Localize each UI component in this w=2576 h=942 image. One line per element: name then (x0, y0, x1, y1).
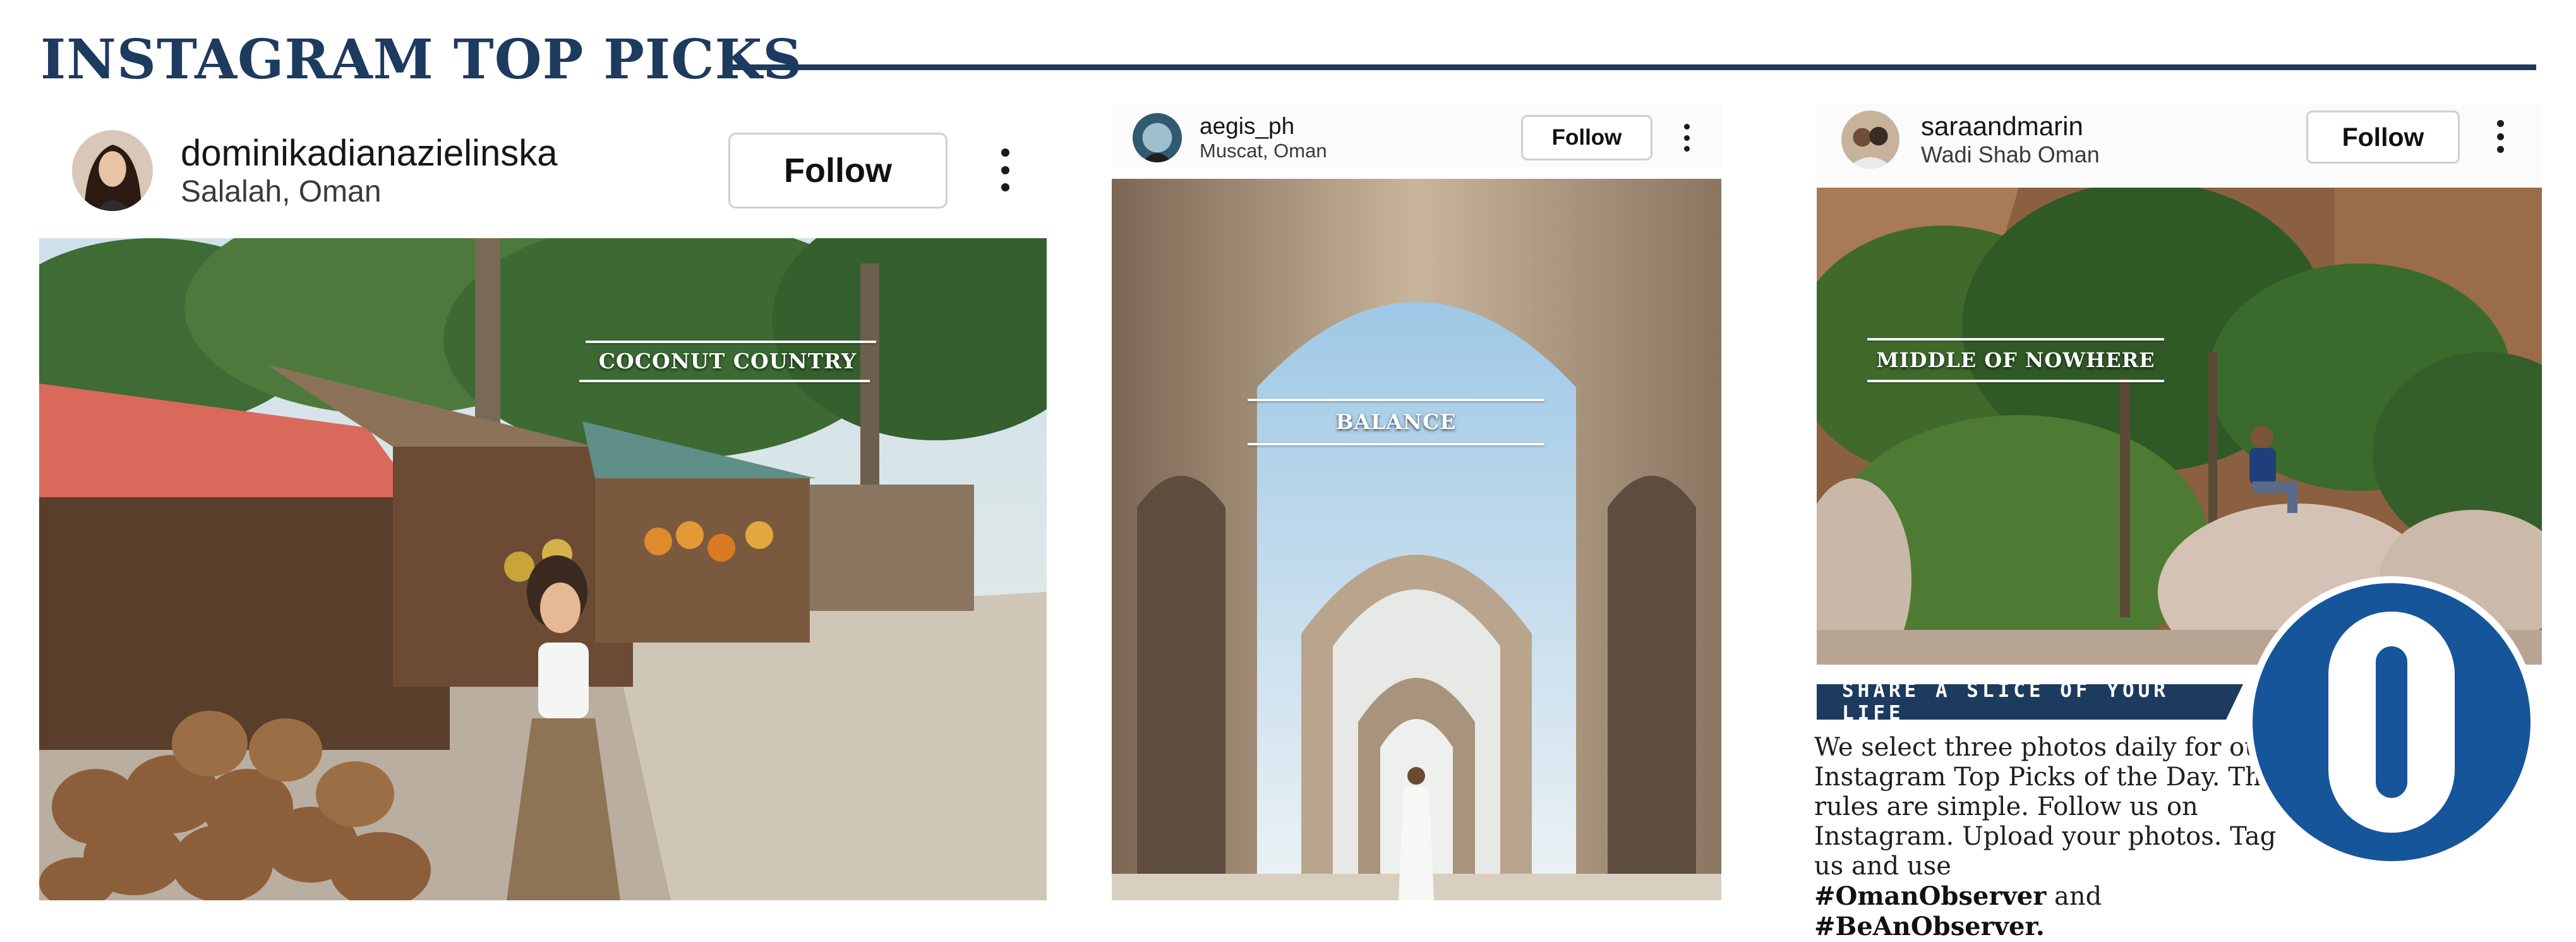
more-options-icon[interactable] (1680, 124, 1693, 152)
market-photo-image (39, 238, 1047, 900)
location[interactable]: Wadi Shab Oman (1921, 142, 2100, 168)
username[interactable]: dominikadianazielinska (181, 132, 557, 175)
follow-button[interactable]: Follow (2306, 111, 2460, 164)
post-photo[interactable]: COCONUT COUNTRY (39, 238, 1047, 900)
location[interactable]: Salalah, Oman (181, 175, 557, 209)
avatar[interactable] (72, 130, 153, 211)
caption-bottom-rule (1867, 380, 2164, 382)
photo-caption: BALANCE (1335, 409, 1457, 434)
follow-button[interactable]: Follow (728, 133, 948, 208)
username[interactable]: saraandmarin (1921, 111, 2100, 142)
caption-bottom-rule (579, 380, 870, 382)
mosque-photo-image (1112, 179, 1721, 900)
more-options-icon[interactable] (2493, 120, 2508, 153)
photo-caption: MIDDLE OF NOWHERE (1876, 348, 2155, 372)
info-body: We select three photos daily for our Ins… (1814, 733, 2277, 881)
profile-photo-icon (1133, 113, 1182, 162)
observer-logo-icon (2246, 576, 2537, 868)
observer-logo-circle (2253, 583, 2531, 861)
username[interactable]: aegis_ph (1200, 113, 1327, 140)
post-header-3: saraandmarin Wadi Shab Oman (1841, 108, 2100, 171)
hashtag-be-an-observer[interactable]: #BeAnObserver. (1814, 912, 2045, 941)
location[interactable]: Muscat, Oman (1200, 140, 1327, 162)
hashtag-connector: and (2054, 882, 2102, 911)
page-title: INSTAGRAM TOP PICKS (40, 28, 803, 92)
photo-caption: COCONUT COUNTRY (598, 349, 857, 373)
post-photo[interactable]: BALANCE (1112, 179, 1721, 900)
caption-bottom-rule (1248, 443, 1544, 445)
more-options-icon[interactable] (996, 148, 1014, 191)
info-description: We select three photos daily for our Ins… (1814, 733, 2294, 942)
post-header-2: aegis_ph Muscat, Oman (1133, 112, 1327, 163)
avatar[interactable] (1841, 111, 1899, 169)
letter-o-logo-icon (2328, 612, 2455, 833)
hashtag-oman-observer[interactable]: #OmanObserver (1814, 881, 2046, 911)
title-divider (730, 64, 2536, 70)
share-slice-banner: SHARE A SLICE OF YOUR LIFE (1817, 684, 2243, 720)
post-header-1: dominikadianazielinska Salalah, Oman (72, 130, 557, 212)
profile-photo-icon (1841, 111, 1899, 169)
avatar[interactable] (1133, 113, 1182, 162)
profile-photo-icon (72, 130, 153, 211)
follow-button[interactable]: Follow (1521, 115, 1652, 160)
